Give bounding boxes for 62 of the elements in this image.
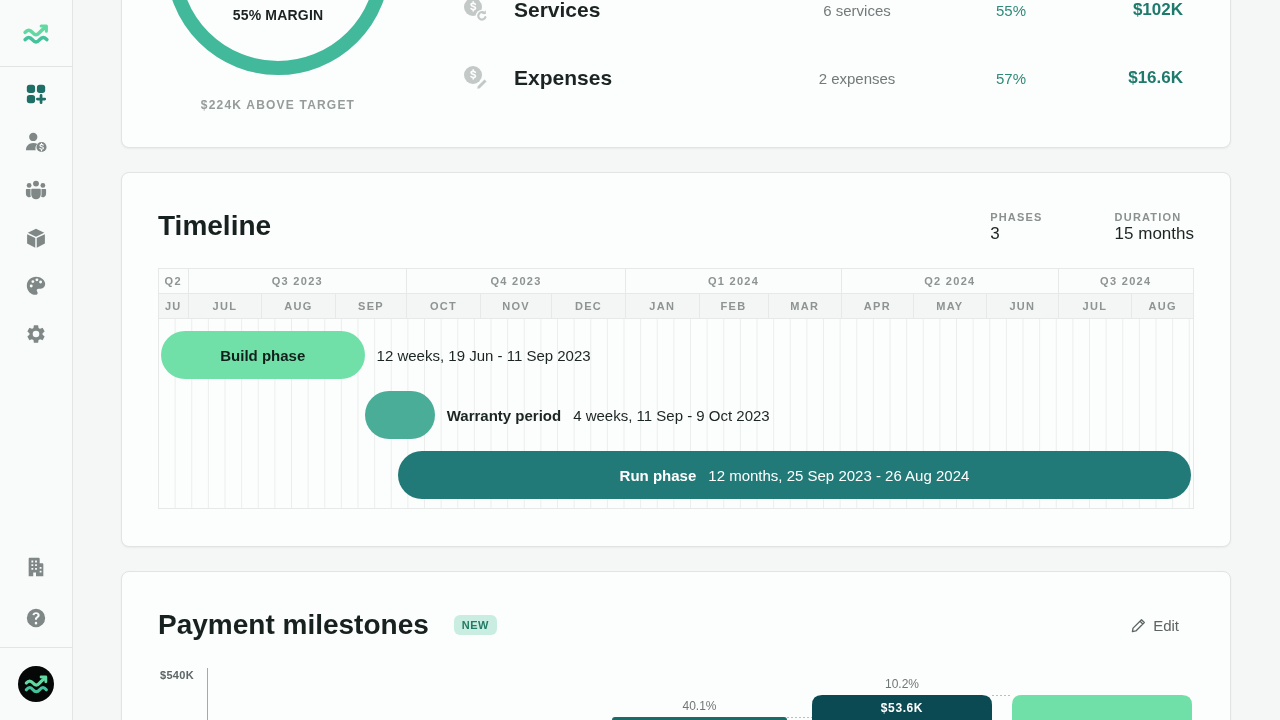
y-axis	[207, 668, 208, 720]
row-percent: 55%	[995, 1, 1027, 19]
month-header: APR	[841, 294, 913, 319]
month-header: JUL	[187, 294, 262, 319]
phase-title: Warranty period	[446, 406, 562, 424]
row-percent: 57%	[995, 69, 1027, 87]
month-header: SEP	[334, 294, 407, 319]
quarter-header: Q3 2024	[1057, 269, 1193, 294]
status-badge: NEW	[453, 615, 497, 635]
target-note: $224K ABOVE TARGET	[200, 97, 356, 113]
month-header: JUL	[1057, 294, 1132, 319]
month-header: FEB	[698, 294, 768, 319]
cube-icon	[25, 227, 47, 249]
section-title: Timeline	[158, 209, 272, 243]
percent-label: 10.2%	[885, 677, 919, 691]
stat-value: 15 months	[1114, 224, 1194, 244]
month-header: NOV	[479, 294, 552, 319]
gear-icon	[25, 323, 47, 345]
connector-line	[991, 695, 1013, 696]
wave-logo-icon	[22, 22, 50, 44]
row-amount: $16.6K	[1127, 68, 1183, 88]
connector-line	[786, 717, 813, 718]
phase-detail: 4 weeks, 11 Sep - 9 Oct 2023	[573, 406, 770, 424]
month-header: AUG	[261, 294, 335, 319]
phase-detail: 12 months, 25 Sep 2023 - 26 Aug 2024	[708, 466, 970, 484]
row-amount: $102K	[1131, 0, 1183, 20]
axis-label: $540K	[160, 669, 194, 681]
row-label: Expenses	[514, 66, 614, 90]
user-dollar-icon	[25, 131, 47, 153]
month-header: MAY	[912, 294, 987, 319]
row-count: 2 expenses	[817, 69, 897, 87]
month-header: OCT	[406, 294, 480, 319]
pencil-icon	[1131, 617, 1147, 633]
value-label: $53.6K	[880, 701, 924, 715]
margin-label: 55% MARGIN	[231, 6, 325, 24]
quarter-header: Q3 2023	[187, 269, 407, 294]
wave-logo-badge-icon[interactable]	[18, 666, 54, 702]
percent-label: 40.1%	[682, 699, 717, 713]
quarter-header: Q1 2024	[624, 269, 842, 294]
quarter-header: Q2 2024	[841, 269, 1058, 294]
row-label: Services	[514, 0, 602, 22]
section-title: Payment milestones	[158, 608, 429, 642]
phase-title: Run phase	[619, 466, 697, 484]
month-header: MAR	[767, 294, 842, 319]
row-count: 6 services	[822, 1, 892, 19]
quarter-header: Q4 2023	[406, 269, 625, 294]
phase-title: Build phase	[220, 346, 306, 364]
edit-button[interactable]: Edit	[1125, 612, 1185, 638]
month-header: AUG	[1131, 294, 1193, 319]
help-icon	[25, 607, 47, 629]
stat-label: PHASES	[990, 211, 1043, 224]
people-group-icon	[25, 179, 47, 201]
dollar-pencil-icon	[463, 65, 489, 91]
stat-label: DURATION	[1114, 211, 1183, 224]
month-header: DEC	[551, 294, 625, 319]
palette-icon	[25, 275, 47, 297]
month-header: JAN	[624, 294, 699, 319]
phase-detail: 12 weeks, 19 Jun - 11 Sep 2023	[376, 346, 591, 364]
month-header: JUN	[986, 294, 1058, 319]
grid-plus-icon	[25, 83, 47, 105]
stat-value: 3	[990, 224, 1001, 244]
month-header: JU	[159, 294, 188, 319]
